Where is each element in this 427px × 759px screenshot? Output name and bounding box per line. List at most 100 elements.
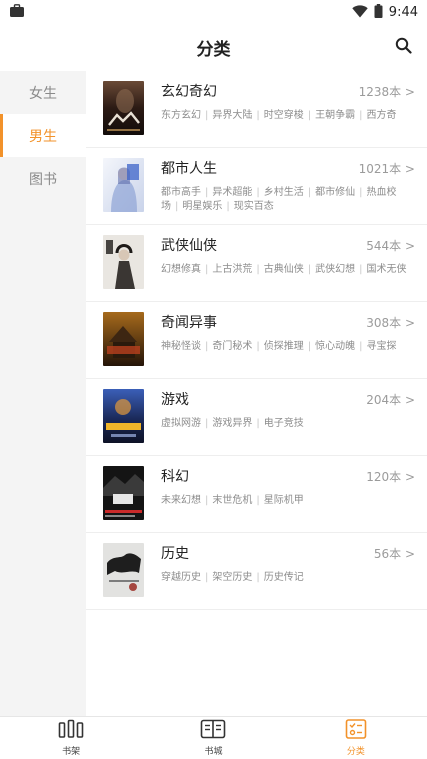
sidebar-item-label: 男生 bbox=[29, 128, 57, 145]
category-tag: 历史传记 bbox=[263, 572, 304, 583]
category-info: 游戏 204本 > 虚拟网游 | 游戏异界 | 电子竞技 bbox=[161, 389, 415, 455]
category-tags: 穿越历史 | 架空历史 | 历史传记 bbox=[161, 572, 304, 583]
category-tag: 寻宝探 bbox=[366, 341, 397, 352]
category-count: 544本 > bbox=[366, 239, 415, 253]
category-row-fantasy[interactable]: 玄幻奇幻 1238本 > 东方玄幻 | 异界大陆 | 时空穿梭 | 王朝争霸 | 西方奇 bbox=[86, 71, 427, 148]
sidebar-item-label: 女生 bbox=[29, 85, 57, 102]
status-time: 9:44 bbox=[388, 4, 418, 20]
category-tag: 王朝争霸 bbox=[315, 110, 356, 121]
category-tag: 异界大陆 bbox=[212, 110, 253, 121]
category-name: 武侠仙侠 bbox=[161, 238, 217, 254]
app-header: 分类 bbox=[0, 24, 427, 70]
category-tag: 都市高手 bbox=[161, 187, 201, 198]
page-title: 分类 bbox=[196, 39, 231, 60]
category-count: 56本 > bbox=[373, 547, 415, 561]
category-count: 1238本 > bbox=[358, 85, 415, 99]
category-row-scifi[interactable]: 科幻 120本 > 未来幻想 | 末世危机 | 星际机甲 bbox=[86, 456, 427, 533]
search-icon bbox=[395, 37, 412, 58]
category-tag: 末世危机 bbox=[212, 495, 253, 506]
category-tag: 国术无侠 bbox=[366, 264, 407, 275]
category-tags: 未来幻想 | 末世危机 | 星际机甲 bbox=[161, 495, 304, 506]
category-tag: 星际机甲 bbox=[263, 495, 304, 506]
battery-icon bbox=[374, 3, 383, 22]
category-info: 奇闻异事 308本 > 神秘怪谈 | 奇门秘术 | 侦探推理 | 惊心动魄 | 寻宝探 bbox=[161, 312, 415, 378]
category-tag: 游戏异界 bbox=[212, 418, 253, 429]
bottom-nav: 书架 书城 分类 bbox=[0, 716, 427, 759]
category-icon bbox=[345, 719, 367, 743]
category-name: 历史 bbox=[161, 546, 189, 562]
category-cover-image bbox=[103, 312, 144, 366]
category-tag: 惊心动魄 bbox=[315, 341, 356, 352]
category-name: 奇闻异事 bbox=[161, 315, 217, 331]
category-tag: 奇门秘术 bbox=[212, 341, 253, 352]
category-tags: 虚拟网游 | 游戏异界 | 电子竞技 bbox=[161, 418, 304, 429]
status-bar: 9:44 bbox=[0, 0, 427, 24]
category-info: 玄幻奇幻 1238本 > 东方玄幻 | 异界大陆 | 时空穿梭 | 王朝争霸 | 西方奇 bbox=[161, 81, 415, 147]
category-info: 都市人生 1021本 > 都市高手 | 异术超能 | 乡村生活 | 都市修仙 | 热血校场 | 明星… bbox=[161, 158, 415, 224]
briefcase-icon bbox=[9, 3, 25, 22]
category-tags: 东方玄幻 | 异界大陆 | 时空穿梭 | 王朝争霸 | 西方奇 bbox=[161, 110, 397, 121]
nav-item-category[interactable]: 分类 bbox=[285, 717, 427, 759]
category-tags: 幻想修真 | 上古洪荒 | 古典仙侠 | 武侠幻想 | 国术无侠 bbox=[161, 264, 407, 275]
category-tag: 幻想修真 bbox=[161, 264, 201, 275]
category-sidebar: 女生 男生 图书 bbox=[0, 71, 86, 716]
nav-item-bookstore[interactable]: 书城 bbox=[142, 717, 284, 759]
category-cover-image bbox=[103, 235, 144, 289]
category-tag: 西方奇 bbox=[366, 110, 397, 121]
category-tag: 时空穿梭 bbox=[263, 110, 304, 121]
category-info: 科幻 120本 > 未来幻想 | 末世危机 | 星际机甲 bbox=[161, 466, 415, 532]
category-count: 308本 > bbox=[366, 316, 415, 330]
nav-label: 书城 bbox=[204, 747, 223, 757]
category-tag: 上古洪荒 bbox=[212, 264, 253, 275]
category-cover-image bbox=[103, 158, 144, 212]
category-tag: 架空历史 bbox=[212, 572, 253, 583]
category-name: 都市人生 bbox=[161, 161, 217, 177]
category-tag: 虚拟网游 bbox=[161, 418, 201, 429]
category-tag: 异术超能 bbox=[212, 187, 253, 198]
search-button[interactable] bbox=[391, 35, 415, 59]
category-tags: 神秘怪谈 | 奇门秘术 | 侦探推理 | 惊心动魄 | 寻宝探 bbox=[161, 341, 397, 352]
category-cover-image bbox=[103, 543, 144, 597]
bookshelf-icon bbox=[58, 719, 84, 743]
category-info: 历史 56本 > 穿越历史 | 架空历史 | 历史传记 bbox=[161, 543, 415, 609]
category-name: 游戏 bbox=[161, 392, 189, 408]
category-tag: 明星娱乐 bbox=[182, 201, 223, 212]
category-tag: 乡村生活 bbox=[263, 187, 304, 198]
category-tag: 未来幻想 bbox=[161, 495, 201, 506]
sidebar-item-books[interactable]: 图书 bbox=[0, 157, 86, 200]
category-tag: 电子竞技 bbox=[263, 418, 304, 429]
category-tag: 武侠幻想 bbox=[315, 264, 356, 275]
category-cover-image bbox=[103, 389, 144, 443]
book-store-icon bbox=[200, 719, 226, 743]
category-tag: 古典仙侠 bbox=[263, 264, 304, 275]
category-cover-image bbox=[103, 466, 144, 520]
sidebar-item-male[interactable]: 男生 bbox=[0, 114, 86, 157]
category-name: 玄幻奇幻 bbox=[161, 84, 217, 100]
category-info: 武侠仙侠 544本 > 幻想修真 | 上古洪荒 | 古典仙侠 | 武侠幻想 | 国术无侠 bbox=[161, 235, 415, 301]
category-list: 玄幻奇幻 1238本 > 东方玄幻 | 异界大陆 | 时空穿梭 | 王朝争霸 | 西方奇 都市人… bbox=[86, 71, 427, 716]
category-row-wuxia[interactable]: 武侠仙侠 544本 > 幻想修真 | 上古洪荒 | 古典仙侠 | 武侠幻想 | 国术无侠 bbox=[86, 225, 427, 302]
category-tag: 神秘怪谈 bbox=[161, 341, 201, 352]
category-name: 科幻 bbox=[161, 469, 189, 485]
category-row-mystery[interactable]: 奇闻异事 308本 > 神秘怪谈 | 奇门秘术 | 侦探推理 | 惊心动魄 | 寻宝探 bbox=[86, 302, 427, 379]
category-count: 120本 > bbox=[366, 470, 415, 484]
category-count: 204本 > bbox=[366, 393, 415, 407]
category-tag: 都市修仙 bbox=[315, 187, 356, 198]
category-tag: 现实百态 bbox=[233, 201, 274, 212]
category-tag: 侦探推理 bbox=[263, 341, 304, 352]
category-cover-image bbox=[103, 81, 144, 135]
category-tags: 都市高手 | 异术超能 | 乡村生活 | 都市修仙 | 热血校场 | 明星娱乐 | 现实百态 bbox=[161, 187, 397, 212]
status-right: 9:44 bbox=[352, 3, 418, 22]
sidebar-item-female[interactable]: 女生 bbox=[0, 71, 86, 114]
wifi-icon bbox=[352, 3, 368, 22]
category-row-games[interactable]: 游戏 204本 > 虚拟网游 | 游戏异界 | 电子竞技 bbox=[86, 379, 427, 456]
category-tag: 穿越历史 bbox=[161, 572, 201, 583]
nav-label: 分类 bbox=[346, 747, 365, 757]
category-row-urban[interactable]: 都市人生 1021本 > 都市高手 | 异术超能 | 乡村生活 | 都市修仙 | 热血校场 | 明星… bbox=[86, 148, 427, 225]
nav-item-bookshelf[interactable]: 书架 bbox=[0, 717, 142, 759]
category-row-history[interactable]: 历史 56本 > 穿越历史 | 架空历史 | 历史传记 bbox=[86, 533, 427, 610]
category-count: 1021本 > bbox=[358, 162, 415, 176]
category-tag: 东方玄幻 bbox=[161, 110, 201, 121]
nav-label: 书架 bbox=[62, 747, 81, 757]
sidebar-item-label: 图书 bbox=[29, 171, 57, 188]
